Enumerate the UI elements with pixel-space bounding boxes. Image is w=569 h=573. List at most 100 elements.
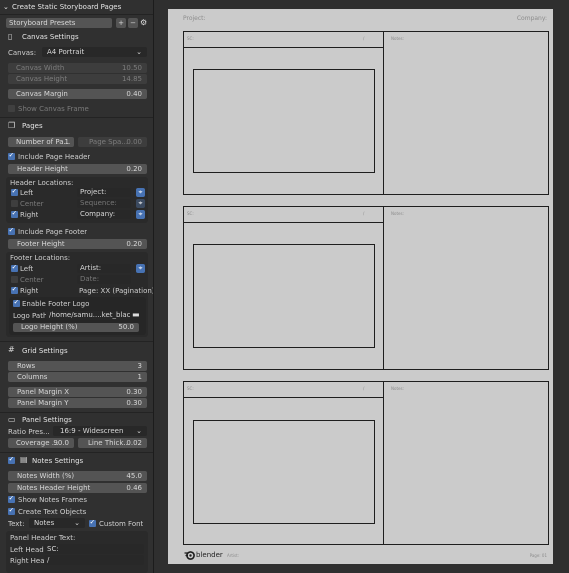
footer-logo-text: blender bbox=[196, 551, 223, 559]
eyedropper-icon[interactable]: ⌖ bbox=[136, 188, 145, 197]
panel-slash: / bbox=[363, 36, 365, 41]
header-right-checkbox[interactable] bbox=[11, 211, 18, 218]
panel-header-text-label: Panel Header Text: bbox=[10, 534, 76, 542]
shot-frame bbox=[193, 420, 375, 524]
canvas-margin-field[interactable]: Canvas Margin 0.40 bbox=[8, 89, 147, 99]
number-of-pages-field[interactable]: Number of Pa... 1 bbox=[8, 137, 74, 147]
header-center-checkbox[interactable] bbox=[11, 200, 18, 207]
canvas-margin-label: Canvas Margin bbox=[16, 90, 68, 98]
panel-margin-y-field[interactable]: Panel Margin Y 0.30 bbox=[8, 398, 147, 408]
number-of-pages-value: 1 bbox=[64, 138, 69, 146]
notes-icon: ▤ bbox=[20, 455, 28, 464]
eyedropper-icon[interactable]: ⌖ bbox=[136, 210, 145, 219]
text-label: Text: bbox=[8, 520, 25, 528]
panel-title[interactable]: Create Static Storyboard Pages bbox=[12, 3, 121, 11]
panel-header-line bbox=[183, 47, 384, 49]
footer-height-field[interactable]: Footer Height 0.20 bbox=[8, 239, 147, 249]
canvas-dropdown[interactable]: A4 Portrait ⌄ bbox=[42, 47, 147, 57]
header-left-value: Project: bbox=[80, 188, 107, 196]
preset-menu-icon[interactable]: ⚙ bbox=[140, 17, 150, 28]
add-preset-button[interactable]: + bbox=[116, 18, 126, 28]
line-thickness-field[interactable]: Line Thick... 0.02 bbox=[78, 438, 147, 448]
storyboard-sidebar-panel: ⌄ Create Static Storyboard Pages Storybo… bbox=[0, 0, 154, 573]
header-right-label: Right bbox=[20, 211, 39, 219]
viewport[interactable]: Project: Company: SC: / Notes: SC: / Not… bbox=[154, 0, 569, 573]
include-page-footer-checkbox[interactable] bbox=[8, 228, 15, 235]
shot-frame bbox=[193, 244, 375, 348]
header-right-value: Company: bbox=[80, 210, 116, 218]
footer-height-value: 0.20 bbox=[126, 240, 142, 248]
panel-settings-title[interactable]: Panel Settings bbox=[22, 416, 72, 424]
canvas-settings-title[interactable]: Canvas Settings bbox=[22, 33, 79, 41]
columns-field[interactable]: Columns 1 bbox=[8, 372, 147, 382]
notes-frame bbox=[383, 31, 549, 195]
chevron-down-icon: ⌄ bbox=[74, 519, 80, 527]
footer-left-input[interactable]: Artist: bbox=[77, 264, 131, 273]
grid-settings-title[interactable]: Grid Settings bbox=[22, 347, 68, 355]
storyboard-page: Project: Company: SC: / Notes: SC: / Not… bbox=[168, 9, 553, 564]
eyedropper-icon: ⌖ bbox=[136, 199, 145, 208]
panel-sc-label: SC: bbox=[187, 36, 194, 41]
panel-margin-y-value: 0.30 bbox=[126, 399, 142, 407]
remove-preset-button[interactable]: − bbox=[128, 18, 138, 28]
pages-title[interactable]: Pages bbox=[22, 122, 43, 130]
panel-slash: / bbox=[363, 211, 365, 216]
coverage-field[interactable]: Coverage ... 90.0 bbox=[8, 438, 74, 448]
notes-header-height-field[interactable]: Notes Header Height 0.46 bbox=[8, 483, 147, 493]
show-notes-frames-checkbox[interactable] bbox=[8, 496, 15, 503]
logo-path-label: Logo Path: bbox=[13, 312, 50, 320]
header-height-field[interactable]: Header Height 0.20 bbox=[8, 164, 147, 174]
storyboard-presets-dropdown[interactable]: Storyboard Presets bbox=[6, 18, 112, 28]
custom-font-checkbox[interactable] bbox=[89, 520, 96, 527]
text-dropdown[interactable]: Notes ⌄ bbox=[29, 518, 85, 528]
notes-settings-checkbox[interactable] bbox=[8, 457, 15, 464]
rows-value: 3 bbox=[137, 362, 142, 370]
divider bbox=[0, 452, 153, 453]
panel-margin-y-label: Panel Margin Y bbox=[17, 399, 69, 407]
panel-margin-x-field[interactable]: Panel Margin X 0.30 bbox=[8, 387, 147, 397]
chevron-down-icon: ⌄ bbox=[136, 427, 142, 435]
panel-margin-x-value: 0.30 bbox=[126, 388, 142, 396]
footer-center-checkbox[interactable] bbox=[11, 276, 18, 283]
page-footer-left: Artist: bbox=[227, 553, 240, 558]
header-right-input[interactable]: Company: bbox=[77, 210, 131, 219]
enable-footer-logo-checkbox[interactable] bbox=[13, 300, 20, 307]
rows-label: Rows bbox=[17, 362, 36, 370]
footer-locations-label: Footer Locations: bbox=[10, 254, 71, 262]
footer-left-checkbox[interactable] bbox=[11, 265, 18, 272]
ratio-preset-dropdown[interactable]: 16:9 - Widescreen ⌄ bbox=[53, 426, 147, 436]
logo-height-field[interactable]: Logo Height (%) 50.0 bbox=[13, 323, 139, 332]
page-header-right: Company: bbox=[516, 15, 547, 22]
header-left-checkbox[interactable] bbox=[11, 189, 18, 196]
header-height-value: 0.20 bbox=[126, 165, 142, 173]
rows-field[interactable]: Rows 3 bbox=[8, 361, 147, 371]
include-page-header-checkbox[interactable] bbox=[8, 153, 15, 160]
show-canvas-frame-checkbox[interactable] bbox=[8, 105, 15, 112]
chevron-down-icon: ⌄ bbox=[136, 48, 142, 56]
notes-settings-title[interactable]: Notes Settings bbox=[32, 457, 83, 465]
logo-height-value: 50.0 bbox=[118, 323, 134, 331]
header-center-input: Sequence: bbox=[77, 199, 131, 208]
columns-value: 1 bbox=[137, 373, 142, 381]
notes-width-field[interactable]: Notes Width (%) 45.0 bbox=[8, 471, 147, 481]
header-center-label: Center bbox=[20, 200, 44, 208]
logo-height-label: Logo Height (%) bbox=[21, 323, 78, 331]
canvas-width-label: Canvas Width bbox=[16, 64, 65, 72]
folder-icon[interactable]: ▬ bbox=[132, 310, 140, 319]
create-text-objects-checkbox[interactable] bbox=[8, 508, 15, 515]
left-header-input[interactable]: SC: bbox=[44, 544, 144, 554]
notes-header-height-label: Notes Header Height bbox=[17, 484, 91, 492]
panel-sc-label: SC: bbox=[187, 386, 194, 391]
footer-center-value: Date: bbox=[80, 275, 100, 283]
collapse-chevron-icon[interactable]: ⌄ bbox=[3, 3, 9, 11]
canvas-label: Canvas: bbox=[8, 49, 37, 57]
logo-path-input[interactable]: /home/samu....ket_black.png bbox=[46, 311, 130, 320]
panel-header-line bbox=[183, 222, 384, 224]
header-left-input[interactable]: Project: bbox=[77, 188, 131, 197]
right-header-input[interactable]: / bbox=[44, 555, 144, 565]
eyedropper-icon[interactable]: ⌖ bbox=[136, 264, 145, 273]
notes-label: Notes: bbox=[391, 386, 404, 391]
line-thickness-label: Line Thick... bbox=[88, 439, 131, 447]
footer-right-checkbox[interactable] bbox=[11, 287, 18, 294]
grid-icon: # bbox=[8, 345, 15, 354]
